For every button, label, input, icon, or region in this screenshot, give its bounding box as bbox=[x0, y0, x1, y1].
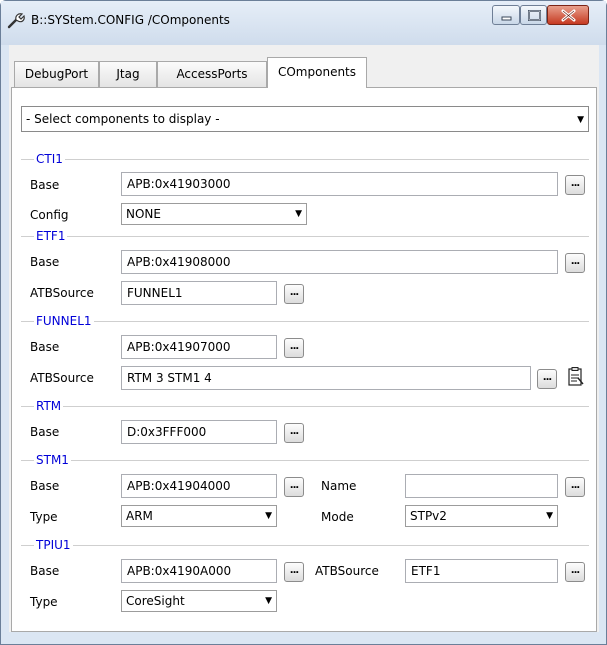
tpiu1-base-browse-button[interactable]: ... bbox=[284, 562, 304, 582]
tpiu1-type-value: CoreSight bbox=[126, 594, 185, 608]
funnel1-group-title: FUNNEL1 bbox=[34, 314, 94, 328]
stm1-base-field[interactable]: APB:0x41904000 bbox=[121, 474, 277, 498]
stm1-name-label: Name bbox=[321, 479, 357, 493]
window-title: B::SYStem.CONFIG /COmponents bbox=[31, 13, 230, 27]
stm1-mode-label: Mode bbox=[321, 510, 354, 524]
maximize-icon bbox=[528, 10, 541, 21]
minimize-button[interactable] bbox=[492, 5, 520, 25]
config-window: B::SYStem.CONFIG /COmponents DebugPort J… bbox=[0, 0, 607, 645]
etf1-group-title: ETF1 bbox=[34, 229, 68, 243]
tab-accessports[interactable]: AccessPorts bbox=[157, 61, 267, 87]
funnel1-atbsource-label: ATBSource bbox=[30, 371, 94, 385]
cti1-base-field[interactable]: APB:0x41903000 bbox=[121, 172, 558, 196]
chevron-down-icon: ▼ bbox=[265, 511, 272, 521]
maximize-button[interactable] bbox=[520, 5, 547, 25]
tpiu1-base-label: Base bbox=[30, 564, 60, 578]
title-bar[interactable]: B::SYStem.CONFIG /COmponents bbox=[1, 1, 606, 45]
tab-jtag[interactable]: Jtag bbox=[99, 61, 157, 87]
tpiu1-atbsource-browse-button[interactable]: ... bbox=[565, 562, 585, 582]
stm1-type-value: ARM bbox=[126, 509, 153, 523]
minimize-icon bbox=[501, 16, 512, 21]
rtm-group-line bbox=[21, 406, 589, 407]
tab-debugport[interactable]: DebugPort bbox=[14, 61, 99, 87]
stm1-name-browse-button[interactable]: ... bbox=[565, 477, 585, 497]
etf1-atbsource-label: ATBSource bbox=[30, 286, 94, 300]
wrench-icon bbox=[7, 13, 25, 29]
etf1-group-line bbox=[21, 236, 589, 237]
cti1-group-line bbox=[21, 159, 589, 160]
chevron-down-icon: ▼ bbox=[265, 596, 272, 606]
dialog-client: DebugPort Jtag AccessPorts COmponents - … bbox=[9, 45, 599, 632]
stm1-name-field[interactable] bbox=[405, 474, 558, 498]
clipboard-paste-icon[interactable] bbox=[565, 366, 585, 388]
cti1-config-select[interactable]: NONE ▼ bbox=[121, 203, 307, 225]
cti1-config-label: Config bbox=[30, 208, 69, 222]
close-icon bbox=[561, 9, 576, 22]
rtm-base-browse-button[interactable]: ... bbox=[284, 423, 304, 443]
rtm-base-field[interactable]: D:0x3FFF000 bbox=[121, 420, 277, 444]
components-display-select[interactable]: - Select components to display - ▼ bbox=[21, 106, 589, 132]
chevron-down-icon: ▼ bbox=[295, 209, 302, 219]
etf1-atbsource-field[interactable]: FUNNEL1 bbox=[121, 281, 277, 305]
stm1-group-line bbox=[21, 460, 589, 461]
cti1-group-title: CTI1 bbox=[34, 152, 65, 166]
funnel1-base-field[interactable]: APB:0x41907000 bbox=[121, 335, 277, 359]
components-panel: - Select components to display - ▼ CTI1 … bbox=[11, 87, 597, 632]
funnel1-base-label: Base bbox=[30, 340, 60, 354]
tpiu1-group-line bbox=[21, 545, 589, 546]
funnel1-atbsource-field[interactable]: RTM 3 STM1 4 bbox=[121, 366, 531, 390]
tpiu1-type-select[interactable]: CoreSight ▼ bbox=[121, 590, 277, 612]
etf1-base-label: Base bbox=[30, 255, 60, 269]
components-display-value: - Select components to display - bbox=[26, 112, 220, 126]
stm1-mode-select[interactable]: STPv2 ▼ bbox=[405, 505, 558, 527]
rtm-base-label: Base bbox=[30, 425, 60, 439]
tpiu1-type-label: Type bbox=[30, 595, 58, 609]
close-button[interactable] bbox=[547, 5, 589, 25]
funnel1-base-browse-button[interactable]: ... bbox=[284, 338, 304, 358]
rtm-group-title: RTM bbox=[34, 399, 64, 413]
tpiu1-base-field[interactable]: APB:0x4190A000 bbox=[121, 559, 277, 583]
cti1-base-label: Base bbox=[30, 178, 60, 192]
cti1-base-browse-button[interactable]: ... bbox=[565, 175, 585, 195]
tpiu1-atbsource-field[interactable]: ETF1 bbox=[405, 559, 558, 583]
chevron-down-icon: ▼ bbox=[546, 511, 553, 521]
chevron-down-icon: ▼ bbox=[577, 115, 584, 125]
stm1-base-browse-button[interactable]: ... bbox=[284, 477, 304, 497]
funnel1-atbsource-browse-button[interactable]: ... bbox=[537, 369, 557, 389]
stm1-type-label: Type bbox=[30, 510, 58, 524]
tpiu1-group-title: TPIU1 bbox=[34, 538, 73, 552]
cti1-config-value: NONE bbox=[126, 207, 161, 221]
tpiu1-atbsource-label: ATBSource bbox=[315, 564, 379, 578]
etf1-base-browse-button[interactable]: ... bbox=[565, 253, 585, 273]
tab-components[interactable]: COmponents bbox=[267, 57, 367, 88]
stm1-group-title: STM1 bbox=[34, 453, 71, 467]
etf1-atbsource-browse-button[interactable]: ... bbox=[284, 284, 304, 304]
stm1-mode-value: STPv2 bbox=[410, 509, 447, 523]
stm1-type-select[interactable]: ARM ▼ bbox=[121, 505, 277, 527]
stm1-base-label: Base bbox=[30, 479, 60, 493]
etf1-base-field[interactable]: APB:0x41908000 bbox=[121, 250, 558, 274]
funnel1-group-line bbox=[21, 321, 589, 322]
